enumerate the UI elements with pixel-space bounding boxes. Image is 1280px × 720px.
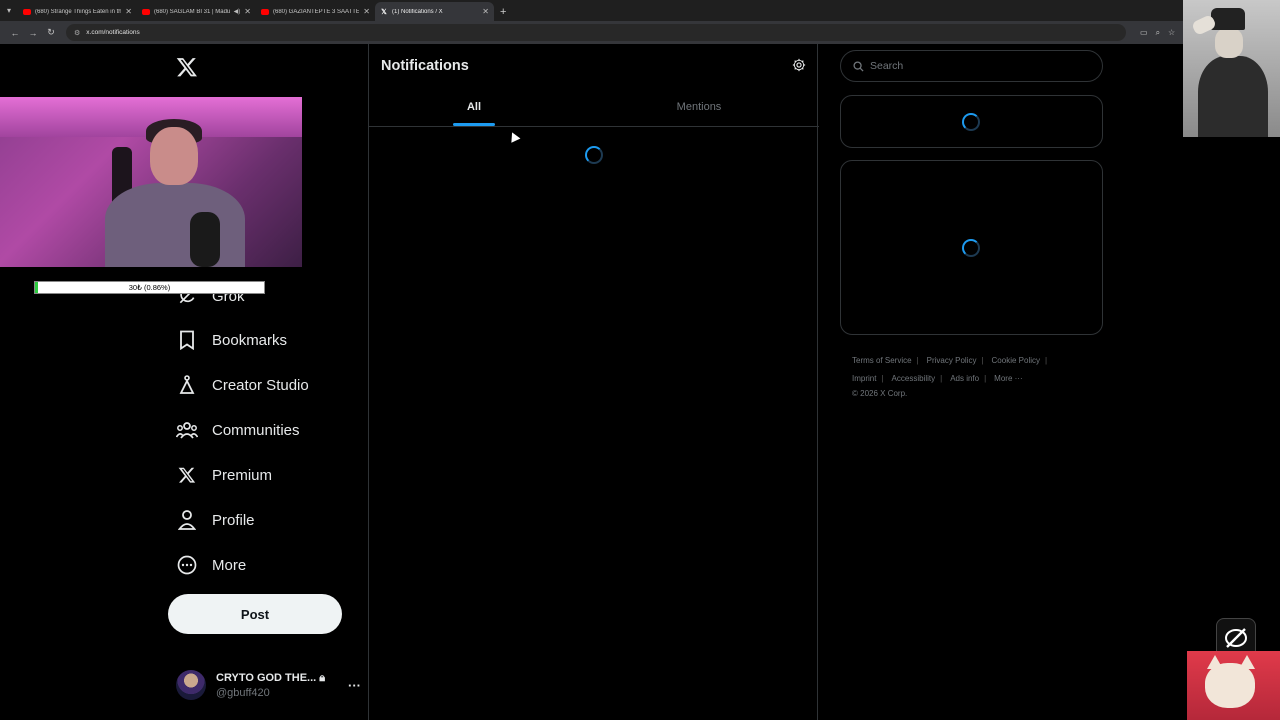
url-text: x.com/notifications bbox=[86, 29, 140, 36]
youtube-icon bbox=[142, 8, 150, 15]
x-icon bbox=[176, 464, 198, 486]
loading-spinner bbox=[962, 239, 980, 257]
close-tab-icon[interactable]: ✕ bbox=[482, 7, 489, 16]
sidebar-panel bbox=[840, 95, 1103, 148]
cat-video-overlay bbox=[1187, 651, 1280, 720]
tab-label: Mentions bbox=[676, 101, 722, 113]
search-icon bbox=[853, 60, 864, 72]
progress-text: 30₺ (0.86%) bbox=[128, 283, 171, 292]
footer-link-more[interactable]: More ··· bbox=[994, 370, 1022, 388]
sidebar-item-label: Premium bbox=[212, 466, 273, 484]
sidebar-item-label: More bbox=[212, 556, 247, 574]
account-switcher[interactable]: CRYTO GOD THE... 🔒︎ @gbuff420 ··· bbox=[176, 666, 361, 704]
lock-icon: 🔒︎ bbox=[319, 671, 326, 684]
browser-tab-3[interactable]: (680) GAZİANTEPTE 3 SAATTE ✕ bbox=[256, 2, 375, 21]
loading-spinner bbox=[962, 113, 980, 131]
donation-progress-bar: 30₺ (0.86%) bbox=[34, 281, 265, 294]
sidebar-item-creator-studio[interactable]: Creator Studio bbox=[176, 371, 309, 399]
footer-link-cookie[interactable]: Cookie Policy bbox=[992, 352, 1040, 370]
tab-title: (1) Notifications / X bbox=[392, 8, 443, 15]
x-logo-icon[interactable] bbox=[176, 56, 198, 78]
close-tab-icon[interactable]: ✕ bbox=[125, 7, 132, 16]
forward-icon[interactable]: → bbox=[24, 28, 42, 38]
account-handle: @gbuff420 bbox=[216, 686, 270, 699]
notifications-column: Notifications All Mentions bbox=[368, 44, 819, 720]
sidebar-item-profile[interactable]: Profile bbox=[176, 506, 255, 534]
tab-search-icon[interactable]: ▾ bbox=[0, 0, 18, 21]
bookmark-star-icon[interactable]: ☆ bbox=[1168, 28, 1175, 38]
search-placeholder: Search bbox=[870, 60, 904, 72]
tab-label: All bbox=[466, 101, 482, 113]
loading-spinner bbox=[585, 146, 603, 164]
tab-title: (680) GAZİANTEPTE 3 SAATTE bbox=[273, 8, 360, 15]
account-name: CRYTO GOD THE... bbox=[216, 671, 317, 684]
youtube-icon bbox=[261, 8, 269, 15]
address-bar[interactable]: ⚙ x.com/notifications bbox=[66, 24, 1126, 41]
sidebar-item-label: Creator Studio bbox=[212, 376, 309, 394]
copyright: © 2026 X Corp. bbox=[852, 389, 908, 398]
tab-title: (680) Strange Things Eaten in th bbox=[35, 8, 122, 15]
search-input[interactable]: Search bbox=[840, 50, 1103, 82]
site-info-icon[interactable]: ⚙ bbox=[74, 29, 80, 37]
footer-link-ads-info[interactable]: Ads info bbox=[950, 370, 979, 388]
footer-link-terms[interactable]: Terms of Service bbox=[852, 352, 912, 370]
browser-tab-strip: ▾ (680) Strange Things Eaten in th ✕ (68… bbox=[0, 0, 1280, 21]
cast-icon[interactable]: ▭ bbox=[1140, 28, 1148, 38]
x-icon: 𝕏 bbox=[381, 8, 387, 16]
new-tab-icon[interactable]: + bbox=[500, 2, 506, 21]
browser-tab-4[interactable]: 𝕏 (1) Notifications / X ✕ bbox=[375, 2, 494, 21]
page-title: Notifications bbox=[381, 58, 469, 74]
more-dots-icon[interactable]: ··· bbox=[348, 678, 361, 693]
footer-link-accessibility[interactable]: Accessibility bbox=[892, 370, 936, 388]
photo-overlay bbox=[1183, 0, 1280, 137]
browser-tab-1[interactable]: (680) Strange Things Eaten in th ✕ bbox=[18, 2, 137, 21]
sidebar-item-communities[interactable]: Communities bbox=[176, 416, 300, 444]
footer-links: Terms of Service | Privacy Policy | Cookie… bbox=[852, 352, 1102, 400]
youtube-icon bbox=[23, 8, 31, 15]
footer-link-privacy[interactable]: Privacy Policy bbox=[927, 352, 977, 370]
communities-icon bbox=[176, 419, 198, 441]
sidebar-item-bookmarks[interactable]: Bookmarks bbox=[176, 326, 287, 354]
sidebar-item-label: Profile bbox=[212, 511, 255, 529]
creator-studio-icon bbox=[176, 374, 198, 396]
sidebar-item-more[interactable]: More bbox=[176, 551, 246, 579]
footer-link-imprint[interactable]: Imprint bbox=[852, 370, 876, 388]
post-button[interactable]: Post bbox=[168, 594, 342, 634]
sidebar-panel bbox=[840, 160, 1103, 335]
divider bbox=[369, 126, 819, 127]
settings-gear-icon[interactable] bbox=[792, 58, 806, 72]
avatar bbox=[176, 670, 206, 700]
sidebar-item-label: Bookmarks bbox=[212, 331, 288, 349]
speaker-icon[interactable]: ◀) bbox=[234, 8, 241, 15]
browser-toolbar: ← → ↻ ⚙ x.com/notifications ▭ ⌕ ☆ bbox=[0, 21, 1280, 44]
bookmark-icon bbox=[176, 329, 198, 351]
zoom-icon[interactable]: ⌕ bbox=[1156, 28, 1160, 38]
tab-title: (680) SAĞLAM Bİ 31 | Madu bbox=[154, 8, 231, 15]
tab-all[interactable]: All bbox=[369, 92, 579, 126]
webcam-overlay bbox=[0, 97, 302, 267]
tab-mentions[interactable]: Mentions bbox=[579, 92, 819, 126]
sidebar-item-label: Communities bbox=[212, 421, 300, 439]
sidebar-item-premium[interactable]: Premium bbox=[176, 461, 272, 489]
browser-tab-2[interactable]: (680) SAĞLAM Bİ 31 | Madu ◀) ✕ bbox=[137, 2, 256, 21]
close-tab-icon[interactable]: ✕ bbox=[244, 7, 251, 16]
close-tab-icon[interactable]: ✕ bbox=[363, 7, 370, 16]
reload-icon[interactable]: ↻ bbox=[42, 27, 60, 38]
more-circle-icon bbox=[176, 554, 198, 576]
person-icon bbox=[176, 509, 198, 531]
back-icon[interactable]: ← bbox=[6, 28, 24, 38]
